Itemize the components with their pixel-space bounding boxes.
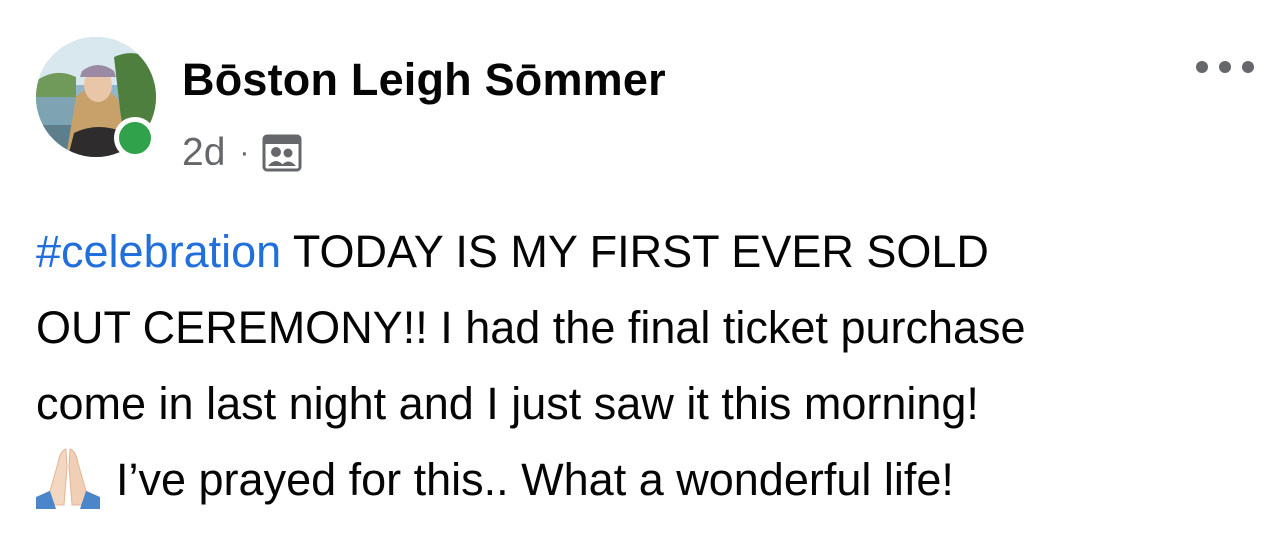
post-text-segment: I’ve prayed for this.. What a wonderful …: [116, 454, 954, 505]
more-options-button[interactable]: [1196, 52, 1254, 82]
post-text-segment: TODAY IS MY FIRST EVER SOLD: [281, 226, 989, 277]
hashtag-link[interactable]: #celebration: [36, 226, 281, 277]
more-options-dot: [1219, 61, 1231, 73]
post-card: Bōston Leigh Sōmmer 2d · #celebration TO…: [0, 0, 1284, 534]
online-status-indicator: [114, 117, 156, 159]
folded-hands-icon: [36, 445, 100, 509]
post-body: #celebration TODAY IS MY FIRST EVER SOLD…: [36, 214, 1261, 518]
post-line-1: #celebration TODAY IS MY FIRST EVER SOLD: [36, 214, 1261, 290]
group-audience-icon[interactable]: [261, 132, 303, 174]
post-line-2: OUT CEREMONY!! I had the final ticket pu…: [36, 302, 1026, 353]
post-line-3: come in last night and I just saw it thi…: [36, 378, 979, 429]
author-name[interactable]: Bōston Leigh Sōmmer: [182, 54, 666, 106]
more-options-dot: [1242, 61, 1254, 73]
meta-separator: ·: [239, 136, 250, 169]
post-meta: 2d ·: [182, 128, 303, 178]
more-options-icon: [1196, 61, 1208, 73]
post-line-4: I’ve prayed for this.. What a wonderful …: [36, 442, 1261, 518]
post-timestamp[interactable]: 2d: [182, 131, 225, 175]
